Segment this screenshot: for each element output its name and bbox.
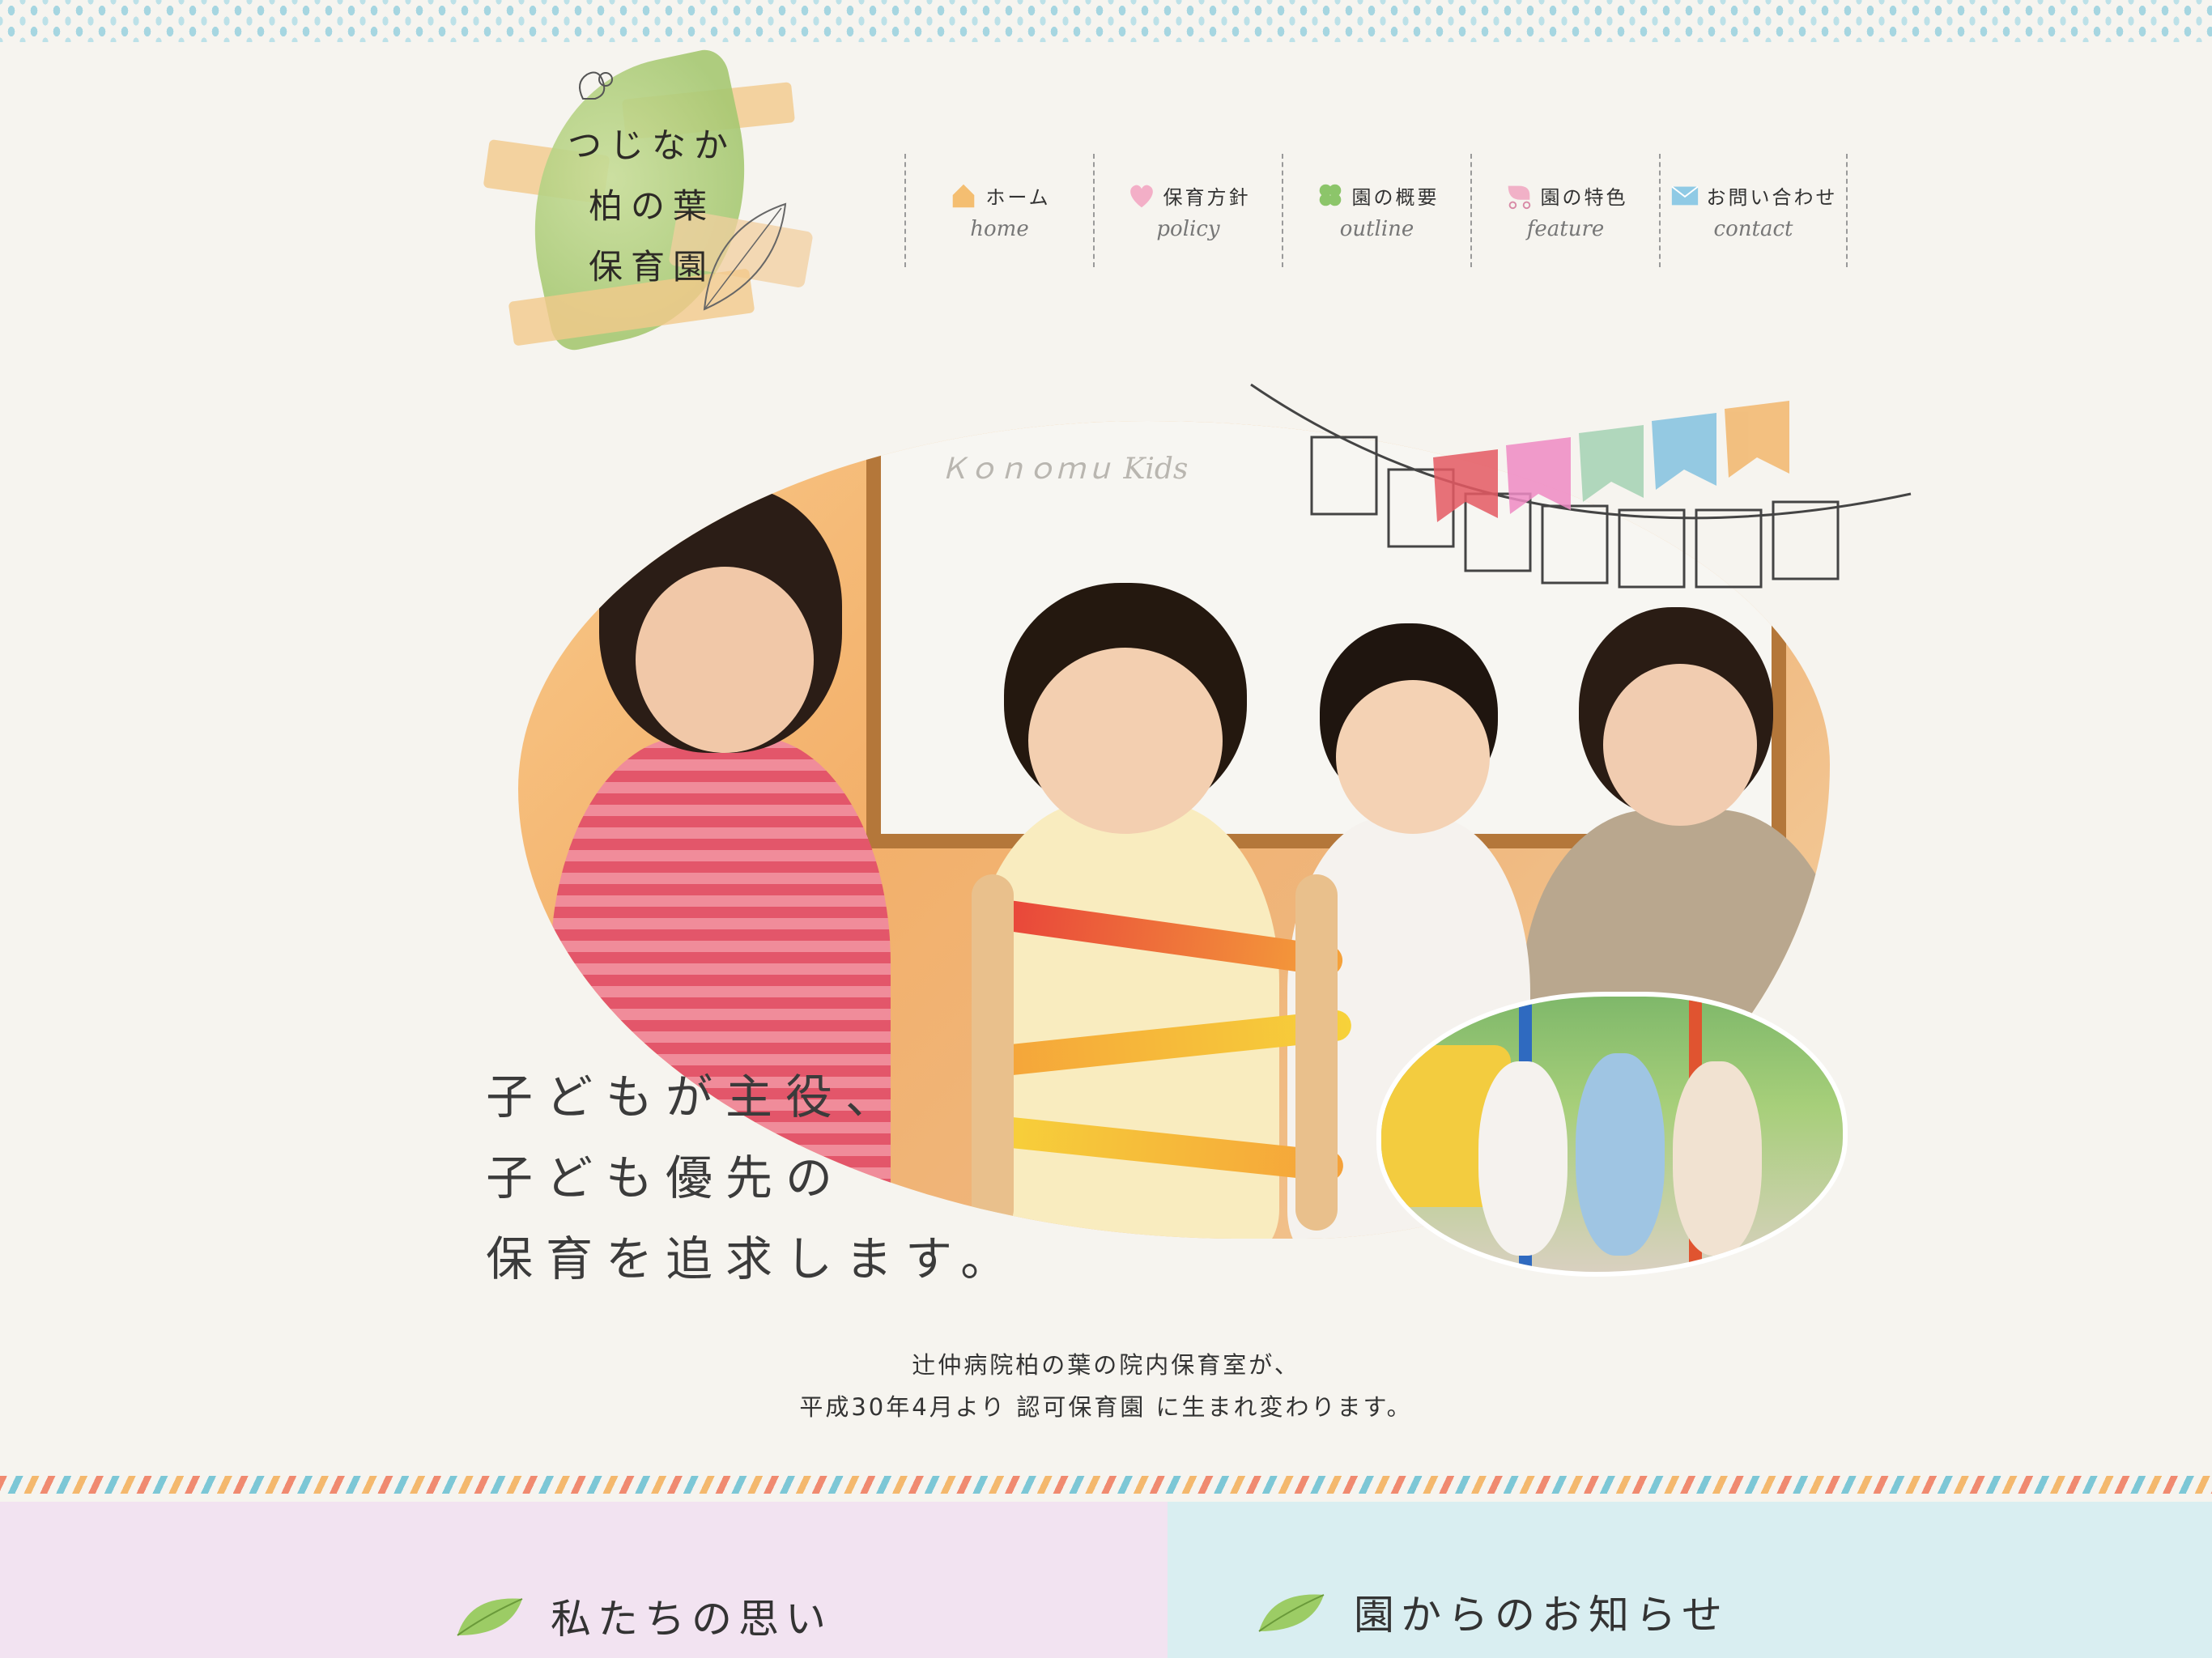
our-thoughts-section: 私たちの思い bbox=[0, 1502, 1168, 1658]
nav-item-contact[interactable]: お問い合わせ contact bbox=[1659, 154, 1848, 267]
section-title: 私たちの思い bbox=[551, 1596, 832, 1643]
main-nav: ホーム home 保育方針 policy 園の概要 outline 園の特色 f… bbox=[904, 154, 1848, 267]
child-figure bbox=[1478, 1061, 1568, 1256]
tagline-line: 保育を追求します。 bbox=[486, 1231, 1021, 1286]
nav-sublabel: outline bbox=[1339, 217, 1414, 241]
nav-sublabel: home bbox=[970, 217, 1029, 241]
logo-line: つじなか bbox=[567, 125, 736, 165]
stroller-icon bbox=[1508, 185, 1530, 210]
nav-item-policy[interactable]: 保育方針 policy bbox=[1093, 154, 1282, 267]
tagline-line: 子どもが主役、 bbox=[486, 1069, 906, 1124]
top-decorative-strip bbox=[0, 0, 2212, 42]
tagline-line: 子ども優先の bbox=[486, 1150, 846, 1205]
nav-label: お問い合わせ bbox=[1706, 185, 1838, 209]
nav-sublabel: policy bbox=[1156, 217, 1220, 241]
child-figure bbox=[1576, 1053, 1665, 1256]
nav-item-outline[interactable]: 園の概要 outline bbox=[1282, 154, 1470, 267]
nav-label: 園の特色 bbox=[1540, 185, 1628, 209]
wooden-toy bbox=[972, 874, 1393, 1231]
child-face bbox=[1336, 680, 1490, 834]
envelope-icon bbox=[1670, 185, 1699, 206]
child-figure bbox=[1673, 1061, 1762, 1256]
leaf-outline-icon bbox=[703, 202, 787, 311]
caregiver-face bbox=[1603, 664, 1757, 826]
clover-icon bbox=[1319, 184, 1341, 206]
playground-photo bbox=[1376, 992, 1848, 1277]
nav-item-feature[interactable]: 園の特色 feature bbox=[1470, 154, 1659, 267]
heart-icon bbox=[1129, 185, 1153, 208]
nav-sublabel: feature bbox=[1526, 217, 1605, 241]
nav-item-home[interactable]: ホーム home bbox=[904, 154, 1093, 267]
leaf-icon bbox=[1258, 1594, 1325, 1632]
nav-label: 園の概要 bbox=[1351, 185, 1440, 209]
house-icon bbox=[953, 184, 975, 208]
whiteboard-text: Ｋｏｎｏｍｕ Kids bbox=[939, 453, 1189, 486]
child-face bbox=[1028, 648, 1223, 834]
bunting-garland bbox=[1250, 383, 1912, 589]
leaf-icon bbox=[457, 1598, 523, 1636]
caregiver-face bbox=[636, 567, 814, 753]
nav-sublabel: contact bbox=[1713, 217, 1793, 241]
intro-text: 辻仲病院柏の葉の院内保育室が、 平成30年4月より 認可保育園 に生まれ変わりま… bbox=[0, 1344, 2212, 1428]
squirrel-icon bbox=[579, 71, 613, 100]
intro-line: 平成30年4月より 認可保育園 に生まれ変わります。 bbox=[799, 1393, 1413, 1421]
intro-line: 辻仲病院柏の葉の院内保育室が、 bbox=[912, 1351, 1300, 1379]
nav-label: ホーム bbox=[985, 185, 1051, 209]
news-section: 園からのお知らせ bbox=[1168, 1502, 2212, 1658]
section-title: 園からのお知らせ bbox=[1354, 1592, 1729, 1639]
decorative-divider bbox=[0, 1476, 2212, 1494]
site-logo[interactable]: つじなか 柏の葉 保育園 bbox=[483, 45, 814, 358]
nav-label: 保育方針 bbox=[1163, 185, 1251, 209]
hero-tagline: 子どもが主役、 子ども優先の 保育を追求します。 bbox=[486, 1056, 1020, 1299]
